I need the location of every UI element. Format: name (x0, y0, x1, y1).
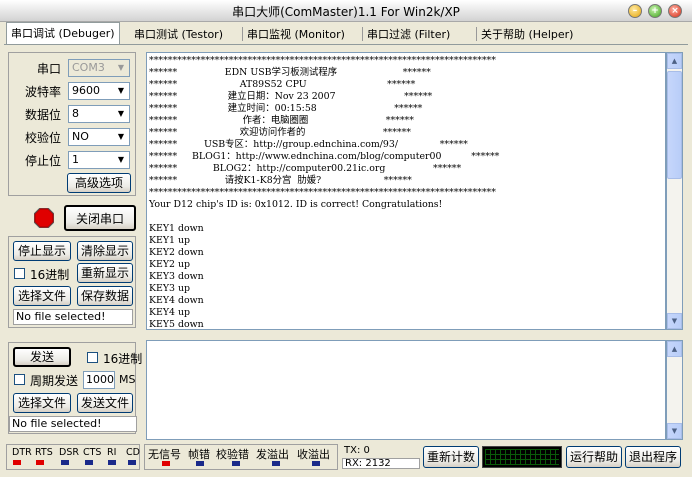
tab-underline (4, 44, 688, 45)
cts-led (85, 460, 93, 465)
close-port-button[interactable]: 关闭串口 (64, 205, 136, 231)
tab-filter[interactable]: 串口过滤 (Filter) (363, 24, 454, 44)
scroll-up-icon[interactable]: ▲ (667, 53, 682, 69)
parity-select[interactable]: NO ▼ (68, 128, 130, 146)
send-group: 发送 16进制 周期发送 1000 MS 选择文件 发送文件 No file s… (8, 342, 142, 434)
stopbits-label: 停止位 (25, 154, 62, 168)
exit-button[interactable]: 退出程序 (625, 446, 681, 468)
scroll-down-icon[interactable]: ▼ (667, 313, 682, 329)
stopbits-select[interactable]: 1 ▼ (68, 151, 130, 169)
error-tx-overflow: 发溢出 (256, 448, 289, 461)
signal-rts: RTS (35, 447, 53, 458)
databits-select[interactable]: 8 ▼ (68, 105, 130, 123)
save-data-button[interactable]: 保存数据 (77, 286, 133, 306)
receive-terminal[interactable]: ****************************************… (146, 52, 666, 330)
signal-cts: CTS (83, 447, 102, 458)
stop-icon (34, 208, 54, 228)
databits-label: 数据位 (25, 108, 62, 122)
send-scrollbar[interactable]: ▲ ▼ (666, 340, 683, 440)
window-title: 串口大师(ComMaster)1.1 For Win2k/XP (232, 5, 460, 19)
port-control: 关闭串口 (8, 203, 136, 233)
error-no-signal: 无信号 (148, 448, 181, 461)
tx-overflow-led (272, 461, 280, 466)
parity-error-led (232, 461, 240, 466)
periodic-send-label: 周期发送 (30, 374, 79, 388)
send-file-button[interactable]: 发送文件 (77, 393, 133, 413)
period-input[interactable]: 1000 (83, 371, 115, 389)
minimize-button[interactable]: – (628, 4, 642, 18)
tab-testor[interactable]: 串口测试 (Testor) (130, 24, 227, 44)
frame-error-led (196, 461, 204, 466)
chevron-down-icon: ▼ (117, 86, 125, 95)
receive-choose-file-button[interactable]: 选择文件 (13, 286, 71, 306)
dtr-led (13, 460, 21, 465)
send-hex-label: 16进制 (103, 352, 143, 366)
send-file-status: No file selected! (9, 416, 137, 432)
close-button[interactable]: × (668, 4, 682, 18)
minimize-icon: – (632, 6, 638, 16)
chevron-down-icon: ▼ (117, 109, 125, 118)
scroll-down-icon[interactable]: ▼ (667, 423, 682, 439)
reset-count-button[interactable]: 重新计数 (423, 446, 479, 468)
error-frame: 帧错 (188, 448, 210, 461)
period-unit: MS (119, 373, 136, 386)
title-bar: 串口大师(ComMaster)1.1 For Win2k/XP – + × (0, 0, 692, 22)
close-icon: × (671, 6, 679, 16)
receive-hex-label: 16进制 (30, 268, 70, 282)
parity-label: 校验位 (25, 131, 62, 145)
clear-display-button[interactable]: 清除显示 (77, 241, 133, 261)
signal-cd: CD (126, 447, 140, 458)
ri-led (108, 460, 116, 465)
send-button[interactable]: 发送 (13, 347, 71, 367)
periodic-send-checkbox[interactable] (14, 374, 25, 385)
scroll-up-icon[interactable]: ▲ (667, 341, 682, 357)
dsr-led (61, 460, 69, 465)
chevron-down-icon: ▼ (117, 63, 125, 72)
rx-count: RX: 2132 (342, 458, 420, 469)
send-input[interactable] (146, 340, 666, 440)
signal-dtr: DTR (12, 447, 32, 458)
tab-monitor[interactable]: 串口监视 (Monitor) (243, 24, 349, 44)
maximize-button[interactable]: + (648, 4, 662, 18)
advanced-options-button[interactable]: 高级选项 (67, 173, 131, 193)
rts-led (36, 460, 44, 465)
tab-helper[interactable]: 关于帮助 (Helper) (477, 24, 577, 44)
chevron-down-icon: ▼ (117, 132, 125, 141)
tab-bar: 串口调试 (Debuger) 串口测试 (Testor) 串口监视 (Monit… (4, 22, 688, 44)
receive-file-status: No file selected! (13, 309, 133, 325)
error-rx-overflow: 收溢出 (297, 448, 330, 461)
port-select[interactable]: COM3 ▼ (68, 59, 130, 77)
rx-overflow-led (312, 461, 320, 466)
maximize-icon: + (651, 6, 659, 16)
error-parity: 校验错 (216, 448, 249, 461)
chevron-down-icon: ▼ (117, 155, 125, 164)
cd-led (128, 460, 136, 465)
run-help-button[interactable]: 运行帮助 (566, 446, 622, 468)
redisplay-button[interactable]: 重新显示 (77, 263, 133, 283)
receive-group: 停止显示 清除显示 16进制 重新显示 选择文件 保存数据 No file se… (8, 236, 136, 328)
tx-count: TX: 0 (344, 445, 370, 456)
terminal-text: ****************************************… (149, 55, 500, 330)
activity-scope (482, 446, 562, 468)
scroll-thumb[interactable] (667, 71, 682, 179)
send-choose-file-button[interactable]: 选择文件 (13, 393, 71, 413)
stop-display-button[interactable]: 停止显示 (13, 241, 71, 261)
tab-debuger[interactable]: 串口调试 (Debuger) (6, 22, 120, 44)
port-settings-group: 串口 COM3 ▼ 波特率 9600 ▼ 数据位 8 ▼ 校验位 NO ▼ 停止位 1 ▼… (8, 52, 136, 196)
port-label: 串口 (37, 62, 62, 76)
no-signal-led (162, 461, 170, 466)
terminal-scrollbar[interactable]: ▲ ▼ (666, 52, 683, 330)
baud-label: 波特率 (25, 85, 62, 99)
signal-ri: RI (107, 447, 117, 458)
receive-hex-checkbox[interactable] (14, 268, 25, 279)
signal-dsr: DSR (59, 447, 79, 458)
send-hex-checkbox[interactable] (87, 352, 98, 363)
baud-select[interactable]: 9600 ▼ (68, 82, 130, 100)
